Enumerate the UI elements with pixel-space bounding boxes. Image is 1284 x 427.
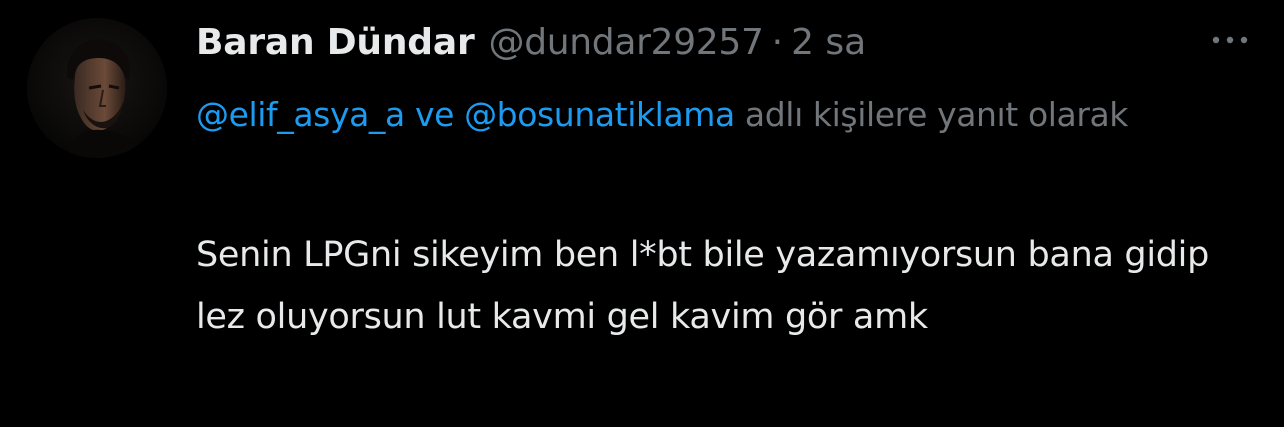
mention-link[interactable]: @elif_asya_a xyxy=(196,95,405,134)
timestamp[interactable]: 2 sa xyxy=(791,22,866,63)
display-name[interactable]: Baran Dündar xyxy=(196,22,475,63)
reply-connector: ve xyxy=(404,95,465,134)
reply-context-suffix: adlı kişilere yanıt olarak xyxy=(734,95,1129,134)
more-options-button[interactable] xyxy=(1206,26,1254,54)
reply-context: @elif_asya_a ve @bosunatiklama adlı kişi… xyxy=(196,82,1266,148)
tweet[interactable]: Baran Dündar @dundar29257 · 2 sa @elif_a… xyxy=(0,0,1284,427)
user-handle[interactable]: @dundar29257 xyxy=(489,22,764,63)
avatar[interactable] xyxy=(27,18,167,158)
more-horizontal-icon xyxy=(1212,36,1248,44)
tweet-header: Baran Dündar @dundar29257 · 2 sa xyxy=(196,14,866,70)
separator-dot: · xyxy=(771,21,784,63)
tweet-text: Senin LPGni sikeyim ben l*bt bile yazamı… xyxy=(196,235,1210,337)
profile-photo-icon xyxy=(27,18,167,158)
mention-link[interactable]: @bosunatiklama xyxy=(464,95,735,134)
